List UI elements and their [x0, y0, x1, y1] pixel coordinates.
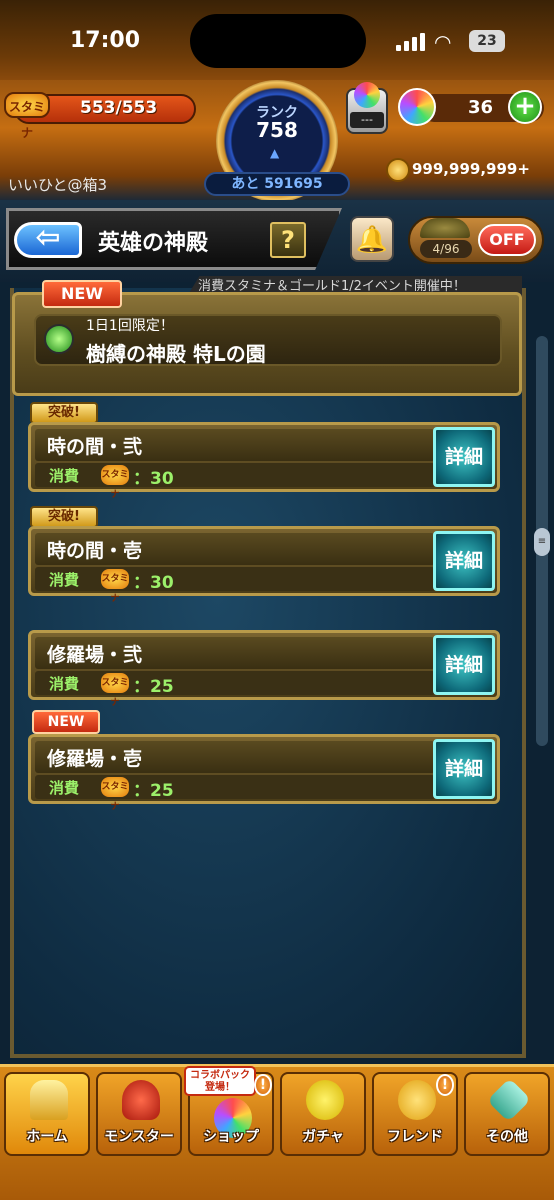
help-button[interactable]: ? — [270, 222, 306, 258]
stamina-icon: スタミナ — [101, 777, 129, 812]
quest-cost-row — [35, 463, 435, 487]
wood-element-icon — [44, 324, 74, 354]
quest-name: 修羅場・壱 — [47, 748, 143, 770]
quest-item[interactable]: 修羅場・壱 消費 スタミナ ：25 詳細 — [28, 734, 500, 812]
cost-label: 消費 — [49, 779, 80, 797]
stamina-value: 553/553 — [80, 98, 158, 118]
detail-button[interactable]: 詳細 — [433, 635, 495, 695]
bell-icon[interactable]: 🔔 — [350, 216, 394, 262]
detail-button[interactable]: 詳細 — [433, 531, 495, 591]
rank-value: 758 — [256, 118, 298, 142]
quest-cost-row — [35, 671, 435, 695]
quest-item[interactable]: 時の間・壱 消費 スタミナ ：30 詳細 — [28, 526, 500, 604]
stamina-icon: スタミナ — [101, 673, 129, 708]
toggle-off-button[interactable]: OFF — [478, 224, 536, 256]
signal-icon — [396, 33, 426, 51]
nav-monster[interactable]: モンスター — [96, 1072, 182, 1156]
gacha-icon — [306, 1080, 344, 1120]
player-name: いいひと@箱3 — [8, 176, 108, 194]
helmet-icon — [420, 218, 470, 238]
nav-label: ガチャ — [302, 1129, 344, 1145]
quest-item[interactable]: 時の間・弐 消費 スタミナ ：30 詳細 — [28, 422, 500, 500]
friend-alert-icon: ! — [436, 1074, 454, 1096]
new-badge: NEW — [32, 710, 100, 734]
scrollbar-thumb[interactable]: ≡ — [534, 528, 550, 556]
friend-icon — [398, 1080, 436, 1120]
shop-alert-icon: ! — [254, 1074, 272, 1096]
other-icon — [486, 1077, 532, 1123]
featured-name: 樹縛の神殿 特Lの園 — [86, 342, 266, 366]
back-button[interactable]: ⇦ — [14, 222, 82, 258]
nav-gacha[interactable]: ガチャ — [280, 1072, 366, 1156]
quest-name: 時の間・弐 — [47, 436, 143, 458]
add-gems-button[interactable]: + — [508, 90, 542, 124]
cost-label: 消費 — [49, 675, 80, 693]
detail-button[interactable]: 詳細 — [433, 739, 495, 799]
nav-home[interactable]: ホーム — [4, 1072, 90, 1156]
nav-label: ホーム — [26, 1129, 68, 1145]
new-badge: NEW — [42, 280, 122, 308]
next-rank-exp: あと 591695 — [204, 172, 350, 196]
nav-label: その他 — [486, 1129, 528, 1145]
battery-icon: 23 — [469, 30, 505, 52]
nav-label: ショップ — [203, 1129, 259, 1145]
page-title: 英雄の神殿 — [98, 231, 209, 256]
break-badge: 突破! — [30, 506, 98, 528]
toggle-count: 4/96 — [420, 240, 472, 258]
gold-value: 999,999,999+ — [412, 160, 530, 178]
quest-name: 修羅場・弐 — [47, 644, 143, 666]
featured-note: 1日1回限定！ — [86, 318, 174, 334]
quest-cost-row — [35, 567, 435, 591]
back-arrow-icon: ⇦ — [35, 220, 61, 255]
stamina-icon: スタミナ — [4, 92, 50, 140]
stamina-icon: スタミナ — [101, 465, 129, 500]
nav-label: フレンド — [387, 1129, 443, 1145]
detail-button[interactable]: 詳細 — [433, 427, 495, 487]
cost-label: 消費 — [49, 467, 80, 485]
cost-value: ：30 — [133, 469, 174, 489]
camera-notch — [190, 14, 366, 68]
quest-cost-row — [35, 775, 435, 799]
orb-icon — [354, 82, 380, 108]
gem-value: 36 — [468, 97, 494, 118]
rank-pointer-icon: ▲ — [270, 146, 280, 160]
break-badge: 突破! — [30, 402, 98, 424]
top-hud: スタミナ 553/553 ランク 758 ▲ あと 591695 --- 36 … — [0, 80, 554, 202]
cost-value: ：30 — [133, 573, 174, 593]
gem-icon — [398, 88, 436, 126]
collab-pack-badge: コラボパック登場！ — [184, 1066, 256, 1096]
wifi-icon: ◠ — [434, 30, 452, 54]
nav-label: モンスター — [104, 1129, 174, 1145]
home-icon — [30, 1080, 68, 1120]
stamina-icon: スタミナ — [101, 569, 129, 604]
gold-coin-icon — [386, 158, 410, 182]
nav-other[interactable]: その他 — [464, 1072, 550, 1156]
status-time: 17:00 — [70, 28, 141, 53]
cost-label: 消費 — [49, 571, 80, 589]
status-bar: 17:00 ◠ 23 — [0, 0, 554, 80]
ticket-value: --- — [350, 112, 384, 128]
cost-value: ：25 — [133, 781, 174, 801]
cost-value: ：25 — [133, 677, 174, 697]
quest-name: 時の間・壱 — [47, 540, 143, 562]
quest-item[interactable]: 修羅場・弐 消費 スタミナ ：25 詳細 — [28, 630, 500, 708]
monster-icon — [122, 1080, 160, 1120]
